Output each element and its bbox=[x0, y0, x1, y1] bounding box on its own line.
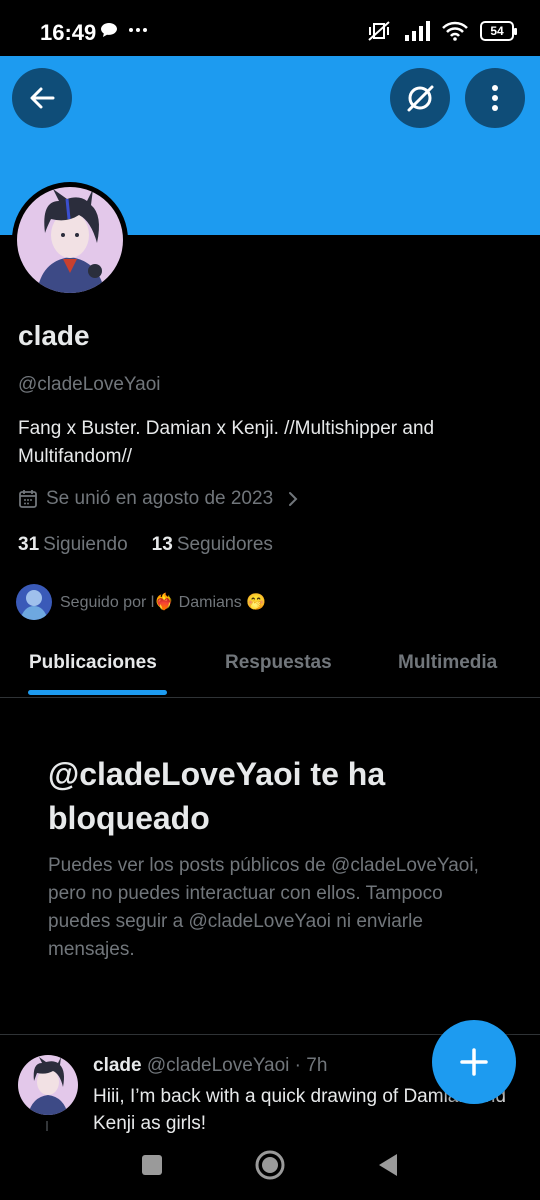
post-handle-time: @cladeLoveYaoi · 7h bbox=[146, 1055, 328, 1076]
more-button[interactable] bbox=[465, 68, 525, 128]
recents-square-icon[interactable] bbox=[140, 1153, 164, 1177]
battery-level: 54 bbox=[490, 24, 504, 38]
tab-multimedia[interactable]: Multimedia bbox=[398, 652, 497, 674]
back-arrow-icon bbox=[30, 87, 55, 109]
battery-icon: 54 bbox=[480, 21, 517, 41]
post-avatar[interactable] bbox=[18, 1055, 78, 1115]
blocked-description: Puedes ver los posts públicos de @cladeL… bbox=[48, 855, 479, 960]
profile-avatar[interactable] bbox=[12, 182, 128, 298]
plus-icon bbox=[460, 1048, 488, 1076]
compose-button[interactable] bbox=[432, 1020, 516, 1104]
thread-line bbox=[46, 1121, 48, 1131]
back-triangle-icon[interactable] bbox=[377, 1152, 399, 1178]
joined-date-row[interactable]: Se unió en agosto de 2023 bbox=[18, 488, 299, 510]
profile-bio: Fang x Buster. Damian x Kenji. //Multish… bbox=[18, 418, 435, 467]
back-button[interactable] bbox=[12, 68, 72, 128]
following-count: 31 bbox=[18, 534, 40, 555]
followed-by-text: Seguido por l❤️‍🔥 Damians 🤭 bbox=[60, 594, 267, 611]
followed-by-row[interactable]: Seguido por l❤️‍🔥 Damians 🤭 bbox=[16, 584, 266, 620]
joined-date: Se unió en agosto de 2023 bbox=[46, 488, 274, 509]
active-tab-indicator bbox=[28, 690, 167, 695]
system-nav-bar bbox=[0, 1140, 540, 1200]
followers-label: Seguidores bbox=[176, 534, 273, 555]
followers-stat[interactable]: 13 Seguidores bbox=[152, 534, 273, 556]
grok-icon bbox=[407, 85, 434, 112]
tab-respuestas[interactable]: Respuestas bbox=[225, 652, 332, 674]
tab-publicaciones[interactable]: Publicaciones bbox=[29, 652, 157, 674]
chevron-right-icon bbox=[289, 492, 298, 506]
wifi-icon bbox=[442, 21, 468, 41]
calendar-icon bbox=[19, 490, 37, 508]
home-circle-icon[interactable] bbox=[254, 1149, 286, 1181]
profile-name: clade bbox=[18, 320, 90, 351]
profile-tabs: Publicaciones Respuestas Multimedia bbox=[0, 630, 540, 698]
status-time: 16:49 bbox=[40, 20, 97, 45]
following-label: Siguiendo bbox=[43, 534, 128, 555]
mute-vibrate-icon bbox=[368, 21, 390, 41]
following-stat[interactable]: 31 Siguiendo bbox=[18, 534, 128, 556]
grok-button[interactable] bbox=[390, 68, 450, 128]
chat-bubble-icon bbox=[101, 23, 117, 37]
followers-count: 13 bbox=[151, 534, 173, 555]
status-bar: 16:49 54 bbox=[0, 0, 540, 56]
more-vertical-icon bbox=[492, 85, 498, 111]
follower-avatar bbox=[16, 584, 52, 620]
blocked-title: @cladeLoveYaoi te ha bloqueado bbox=[48, 756, 386, 836]
more-dots-icon bbox=[129, 28, 147, 32]
signal-icon bbox=[405, 21, 430, 41]
profile-handle: @cladeLoveYaoi bbox=[18, 374, 161, 395]
post-author-name: clade bbox=[93, 1055, 142, 1076]
avatar-image bbox=[17, 187, 123, 293]
